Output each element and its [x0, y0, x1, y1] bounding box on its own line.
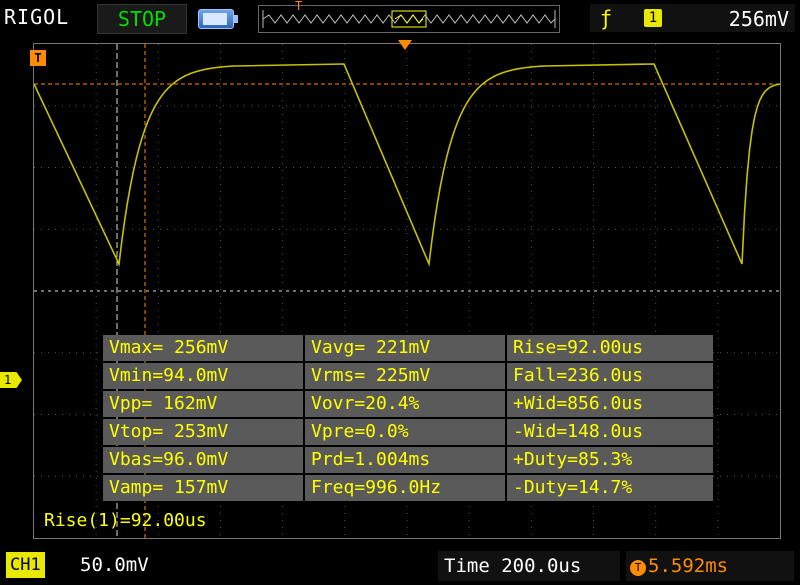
measurement-cell: Vpp= 162mV [103, 391, 303, 417]
trigger-level: 256mV [728, 7, 789, 31]
channel1-offset-marker[interactable]: 1 [0, 372, 22, 388]
trigger-position-marker[interactable] [398, 40, 412, 50]
channel1-label[interactable]: CH1 [6, 552, 45, 578]
measurement-row: Vmin=94.0mV Vrms= 225mV Fall=236.0us [103, 362, 713, 390]
brand-logo: RIGOL [4, 5, 70, 29]
trigger-settings[interactable]: ƒ 1 256mV [590, 4, 795, 32]
trigger-offset-icon: T [630, 560, 646, 576]
measurement-cell: Rise=92.00us [507, 335, 713, 361]
timebase-readout[interactable]: Time 200.0us [438, 551, 620, 581]
memory-depth-indicator[interactable] [258, 5, 560, 33]
measurement-cell: Vbas=96.0mV [103, 447, 303, 473]
trigger-source-badge: 1 [644, 9, 662, 27]
measurement-cell: Vrms= 225mV [305, 363, 505, 389]
cursor-readout: Rise(1)=92.00us [44, 510, 207, 531]
rising-edge-icon: ƒ [600, 6, 613, 30]
trigger-offset-readout[interactable]: T 5.592ms [626, 551, 794, 581]
measurement-cell: Prd=1.004ms [305, 447, 505, 473]
measurement-row: Vamp= 157mV Freq=996.0Hz -Duty=14.7% [103, 474, 713, 502]
trigger-offset-value: 5.592ms [648, 555, 729, 577]
measurement-cell: Vtop= 253mV [103, 419, 303, 445]
measurement-row: Vmax= 256mV Vavg= 221mV Rise=92.00us [103, 334, 713, 362]
top-status-bar: RIGOL STOP T ƒ 1 256mV [0, 0, 800, 38]
measurement-table: Vmax= 256mV Vavg= 221mV Rise=92.00us Vmin=9… [103, 334, 713, 502]
measurement-cell: Vmin=94.0mV [103, 363, 303, 389]
measurement-cell: Vavg= 221mV [305, 335, 505, 361]
measurement-cell: Fall=236.0us [507, 363, 713, 389]
bottom-status-bar: CH1 50.0mV Time 200.0us T 5.592ms [0, 548, 800, 585]
measurement-cell: -Wid=148.0us [507, 419, 713, 445]
measurement-cell: -Duty=14.7% [507, 475, 713, 501]
channel1-scale: 50.0mV [80, 554, 149, 576]
measurement-cell: +Duty=85.3% [507, 447, 713, 473]
measurement-cell: Vovr=20.4% [305, 391, 505, 417]
measurement-cell: Vmax= 256mV [103, 335, 303, 361]
measurement-cell: Freq=996.0Hz [305, 475, 505, 501]
measurement-cell: Vamp= 157mV [103, 475, 303, 501]
memory-waveform-icon [262, 10, 556, 28]
measurement-row: Vpp= 162mV Vovr=20.4% +Wid=856.0us [103, 390, 713, 418]
trigger-level-marker[interactable]: T [30, 50, 46, 66]
memory-trigger-marker: T [295, 0, 303, 13]
measurement-cell: +Wid=856.0us [507, 391, 713, 417]
measurement-row: Vtop= 253mV Vpre=0.0% -Wid=148.0us [103, 418, 713, 446]
run-stop-button[interactable]: STOP [97, 4, 187, 34]
battery-icon [198, 9, 238, 29]
measurement-cell: Vpre=0.0% [305, 419, 505, 445]
measurement-row: Vbas=96.0mV Prd=1.004ms +Duty=85.3% [103, 446, 713, 474]
